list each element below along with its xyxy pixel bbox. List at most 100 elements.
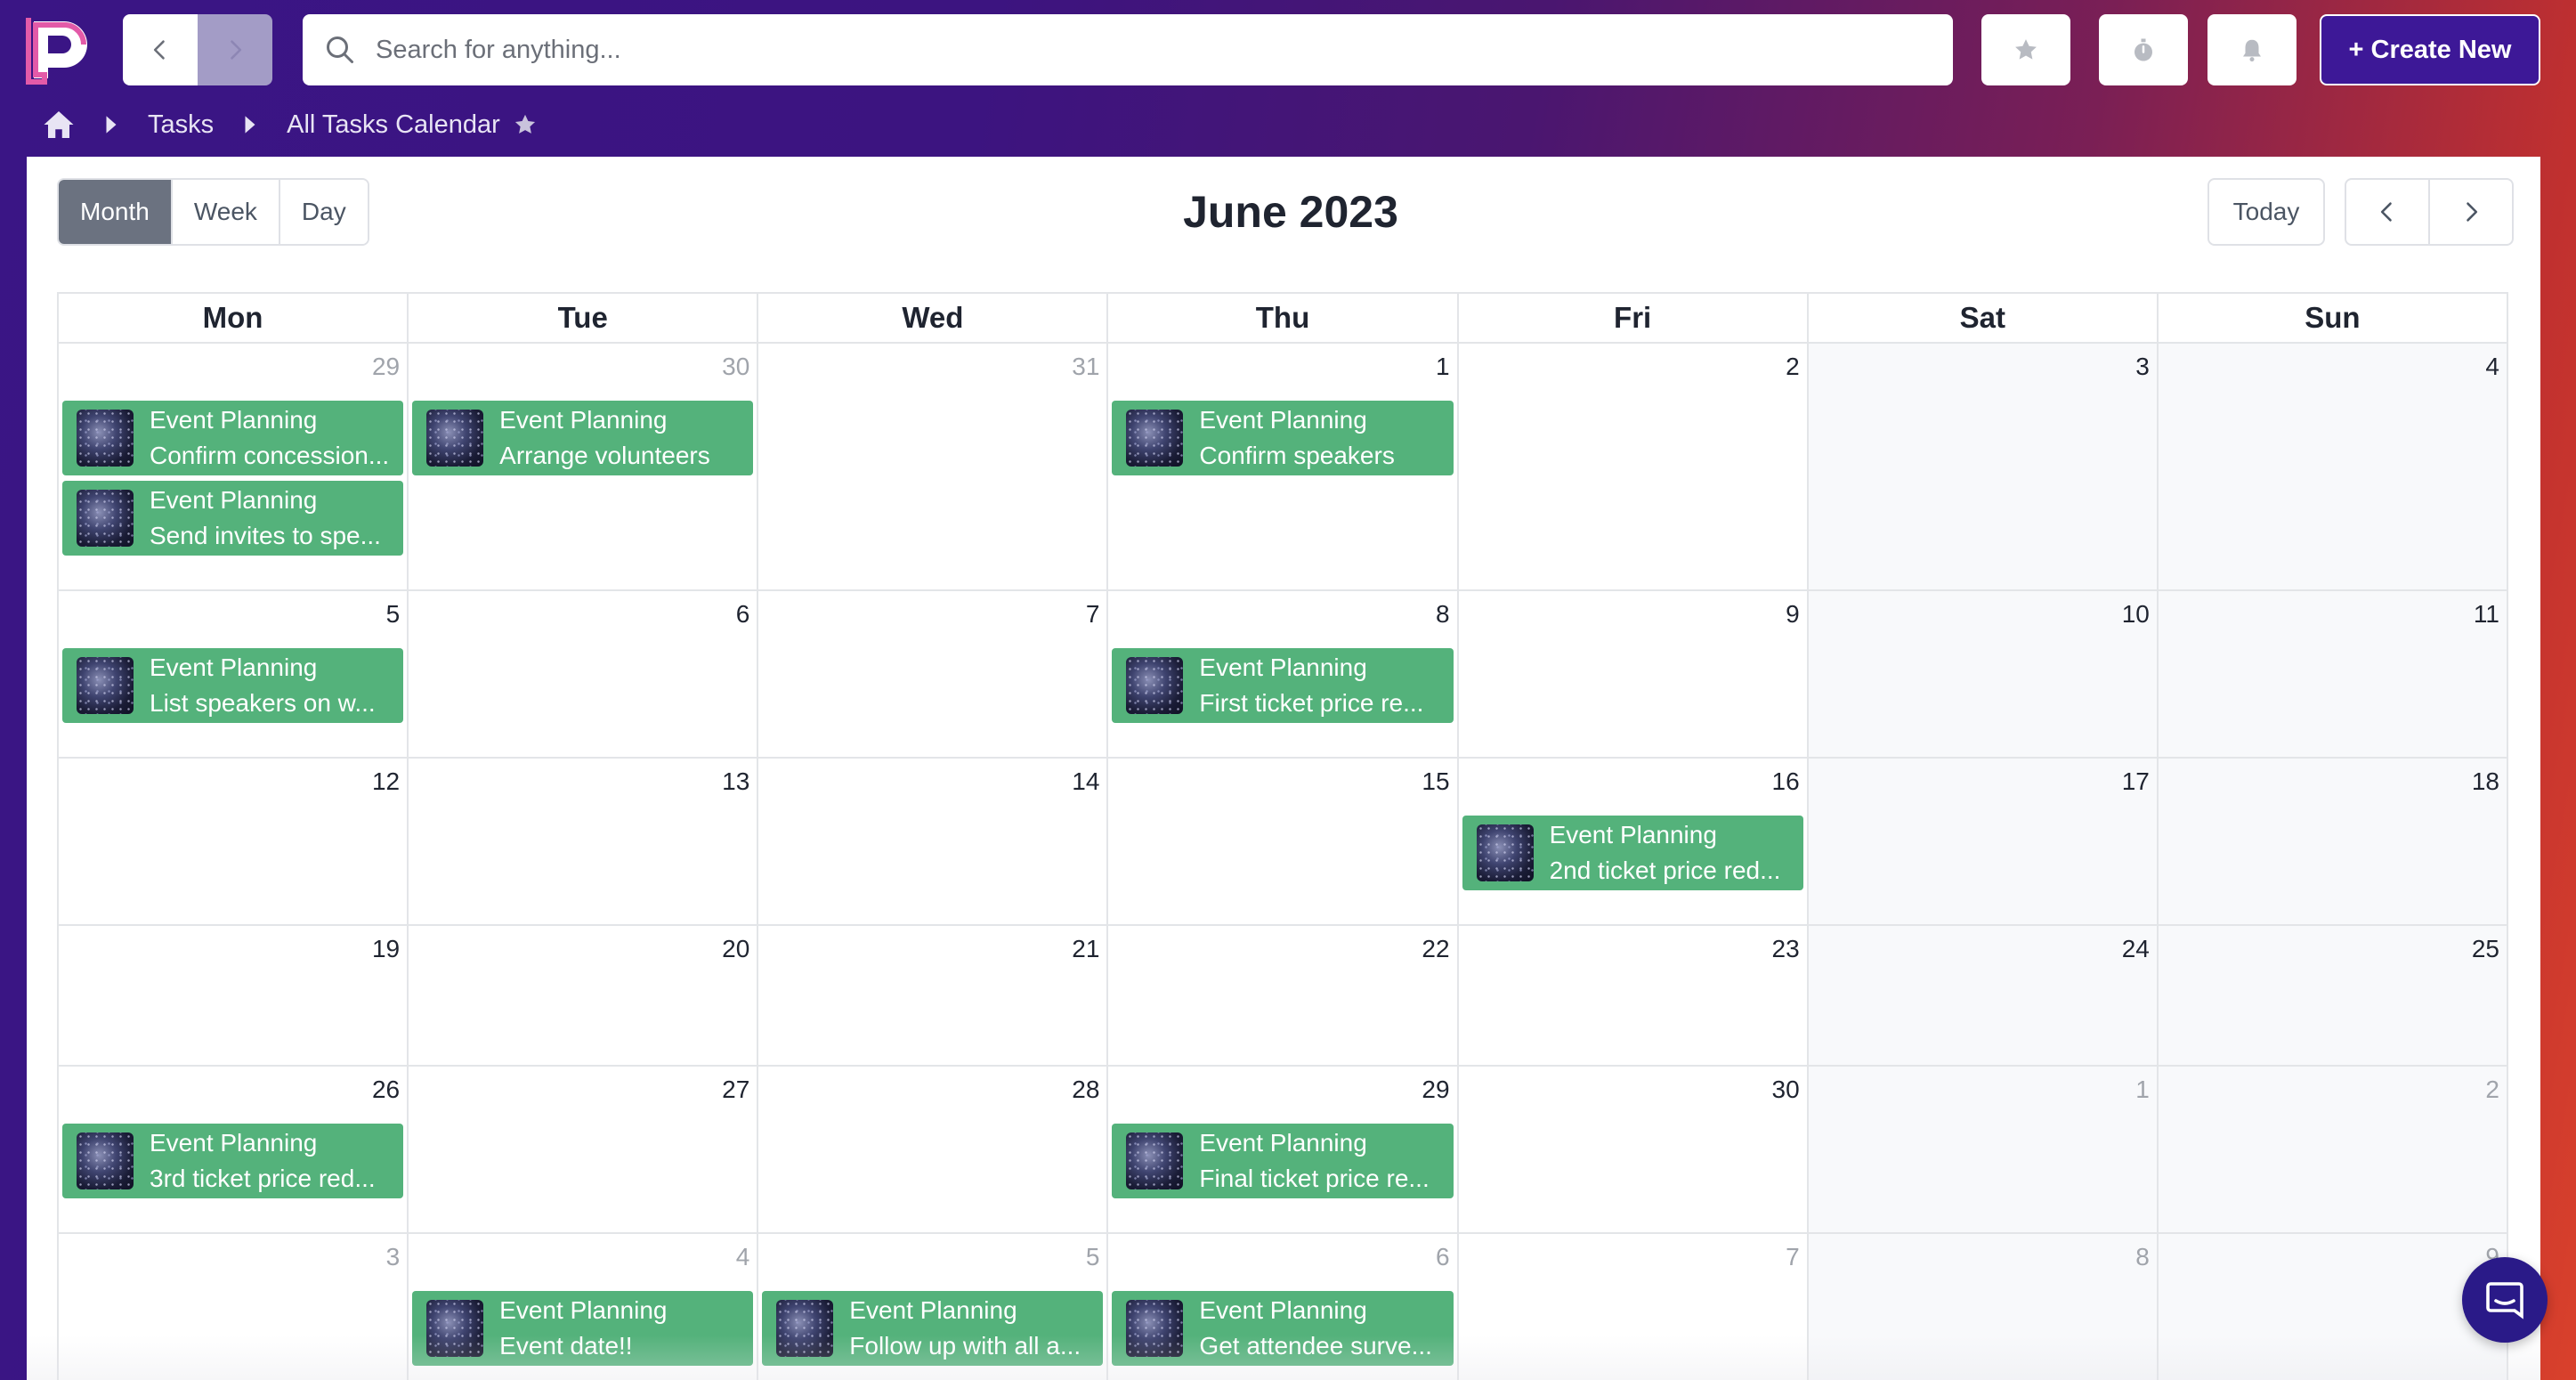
event-chip[interactable]: Event Planning Get attendee surve... xyxy=(1112,1291,1454,1366)
event-chip[interactable]: Event Planning First ticket price re... xyxy=(1112,648,1454,723)
chevron-right-icon xyxy=(231,40,242,60)
forward-button[interactable] xyxy=(198,14,272,85)
day-number: 6 xyxy=(735,600,750,628)
event-chip[interactable]: Event Planning 2nd ticket price red... xyxy=(1462,816,1803,890)
favorites-button[interactable] xyxy=(1981,14,2070,85)
day-number: 4 xyxy=(2485,353,2499,380)
timer-button[interactable] xyxy=(2099,14,2188,85)
weekday-thu: Thu xyxy=(1108,294,1459,342)
home-icon xyxy=(44,111,74,138)
chat-launcher-button[interactable] xyxy=(2462,1257,2548,1343)
day-cell[interactable]: 7 xyxy=(1459,1234,1809,1380)
day-cell[interactable]: 14 xyxy=(758,759,1109,924)
event-chip[interactable]: Event Planning Send invites to spe... xyxy=(62,481,404,556)
day-cell[interactable]: 16 Event Planning 2nd ticket price red... xyxy=(1459,759,1809,924)
view-month-button[interactable]: Month xyxy=(59,180,173,244)
day-number: 4 xyxy=(735,1243,750,1270)
day-cell[interactable]: 30 Event Planning Arrange volunteers xyxy=(409,344,759,589)
day-cell[interactable]: 9 xyxy=(2158,1234,2507,1380)
day-cell[interactable]: 24 xyxy=(1808,926,2159,1065)
event-chip[interactable]: Event Planning Event date!! xyxy=(412,1291,754,1366)
event-chip[interactable]: Event Planning Follow up with all a... xyxy=(762,1291,1104,1366)
day-cell[interactable]: 10 xyxy=(1808,591,2159,757)
search-input[interactable] xyxy=(376,35,1889,65)
day-cell[interactable]: 1 xyxy=(1808,1067,2159,1232)
today-button[interactable]: Today xyxy=(2207,178,2325,246)
day-cell[interactable]: 29 Event Planning Confirm concession... Eve… xyxy=(59,344,409,589)
day-cell[interactable]: 7 xyxy=(758,591,1109,757)
event-project: Event Planning xyxy=(1549,821,1717,848)
day-number: 10 xyxy=(2121,600,2150,628)
day-cell[interactable]: 31 xyxy=(758,344,1109,589)
home-link[interactable] xyxy=(43,110,75,140)
view-day-button[interactable]: Day xyxy=(279,180,368,244)
previous-month-button[interactable] xyxy=(2346,180,2430,244)
day-number: 12 xyxy=(371,767,401,795)
day-cell[interactable]: 5 Event Planning Follow up with all a... xyxy=(758,1234,1109,1380)
day-number: 2 xyxy=(2485,1076,2499,1103)
project-thumbnail xyxy=(1126,410,1184,467)
day-cell[interactable]: 12 xyxy=(59,759,409,924)
event-chip[interactable]: Event Planning List speakers on w... xyxy=(62,648,404,723)
event-chip[interactable]: Event Planning Final ticket price re... xyxy=(1112,1124,1454,1198)
day-cell[interactable]: 29 Event Planning Final ticket price re... xyxy=(1108,1067,1459,1232)
day-cell[interactable]: 21 xyxy=(758,926,1109,1065)
day-cell[interactable]: 27 xyxy=(409,1067,759,1232)
day-cell[interactable]: 15 xyxy=(1108,759,1459,924)
search-bar[interactable] xyxy=(303,14,1953,85)
event-task: 3rd ticket price red... xyxy=(150,1165,376,1192)
next-month-button[interactable] xyxy=(2430,180,2512,244)
bell-icon xyxy=(2243,39,2261,62)
view-week-button[interactable]: Week xyxy=(172,180,280,244)
day-number: 19 xyxy=(371,935,401,962)
day-cell[interactable]: 2 xyxy=(1459,344,1809,589)
day-cell[interactable]: 19 xyxy=(59,926,409,1065)
day-cell[interactable]: 9 xyxy=(1459,591,1809,757)
back-button[interactable] xyxy=(123,14,198,85)
day-cell[interactable]: 13 xyxy=(409,759,759,924)
day-number: 22 xyxy=(1422,935,1450,962)
event-chip[interactable]: Event Planning 3rd ticket price red... xyxy=(62,1124,404,1198)
logo-icon xyxy=(26,18,87,85)
day-cell[interactable]: 25 xyxy=(2158,926,2507,1065)
chevron-right-icon xyxy=(2467,202,2478,222)
day-cell[interactable]: 8 xyxy=(1808,1234,2159,1380)
day-cell[interactable]: 23 xyxy=(1459,926,1809,1065)
caret-right-icon xyxy=(106,116,117,134)
day-cell[interactable]: 2 xyxy=(2158,1067,2507,1232)
day-cell[interactable]: 26 Event Planning 3rd ticket price red... xyxy=(59,1067,409,1232)
day-cell[interactable]: 11 xyxy=(2158,591,2507,757)
day-cell[interactable]: 5 Event Planning List speakers on w... xyxy=(59,591,409,757)
day-cell[interactable]: 4 xyxy=(2158,344,2507,589)
event-project: Event Planning xyxy=(150,1129,318,1157)
event-text: Event Planning Final ticket price re... xyxy=(1199,1125,1453,1197)
day-cell[interactable]: 30 xyxy=(1459,1067,1809,1232)
favorite-page-button[interactable] xyxy=(513,112,538,137)
day-cell[interactable]: 17 xyxy=(1808,759,2159,924)
day-cell[interactable]: 22 xyxy=(1108,926,1459,1065)
day-cell[interactable]: 3 xyxy=(59,1234,409,1380)
event-chip[interactable]: Event Planning Arrange volunteers xyxy=(412,401,754,475)
day-cell[interactable]: 8 Event Planning First ticket price re... xyxy=(1108,591,1459,757)
day-cell[interactable]: 4 Event Planning Event date!! xyxy=(409,1234,759,1380)
day-cell[interactable]: 28 xyxy=(758,1067,1109,1232)
create-new-button[interactable]: + Create New xyxy=(2320,14,2540,85)
event-chip[interactable]: Event Planning Confirm concession... xyxy=(62,401,404,475)
day-cell[interactable]: 20 xyxy=(409,926,759,1065)
notifications-button[interactable] xyxy=(2207,14,2297,85)
breadcrumb-tasks[interactable]: Tasks xyxy=(148,110,214,140)
day-number: 29 xyxy=(1422,1076,1450,1103)
day-number: 11 xyxy=(2473,600,2499,628)
event-chip[interactable]: Event Planning Confirm speakers xyxy=(1112,401,1454,475)
day-cell[interactable]: 1 Event Planning Confirm speakers xyxy=(1108,344,1459,589)
day-number: 17 xyxy=(2121,767,2150,795)
day-number: 21 xyxy=(1072,935,1100,962)
day-cell[interactable]: 18 xyxy=(2158,759,2507,924)
event-task: Event date!! xyxy=(499,1332,633,1360)
star-icon xyxy=(514,114,535,134)
day-cell[interactable]: 6 xyxy=(409,591,759,757)
day-cell[interactable]: 3 xyxy=(1808,344,2159,589)
app-logo[interactable] xyxy=(25,14,96,85)
day-cell[interactable]: 6 Event Planning Get attendee surve... xyxy=(1108,1234,1459,1380)
week-row: 19 20 21 22 23 24 25 xyxy=(57,926,2508,1067)
